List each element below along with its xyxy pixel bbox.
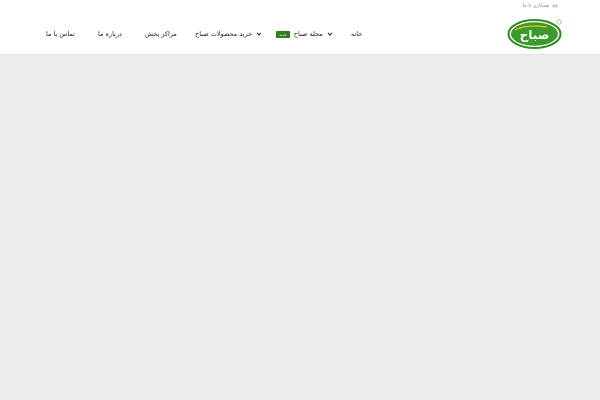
logo-text: صباح [520, 28, 550, 42]
nav-magazine-label: مجله صباح [293, 30, 323, 38]
chevron-down-icon [256, 31, 262, 37]
handshake-icon [552, 3, 558, 9]
nav-buy-products[interactable]: خرید محصولات صباح [195, 27, 262, 41]
nav-contact[interactable]: تماس با ما [46, 27, 75, 41]
nav-home-label: خانه [351, 30, 363, 38]
nav-distribution-centers-label: مراکز پخش [145, 30, 177, 38]
nav-magazine[interactable]: مجله صباح جدید [276, 27, 333, 41]
nav-about-label: درباره ما [98, 30, 122, 38]
nav-contact-label: تماس با ما [46, 30, 75, 38]
nav-about[interactable]: درباره ما [98, 27, 122, 41]
nav-home[interactable]: خانه [351, 27, 362, 41]
sabah-logo[interactable]: صباح [507, 18, 562, 49]
nav-buy-products-label: خرید محصولات صباح [195, 30, 253, 38]
site-header: همکاری با ما صباح خانه مجله صباح جدید خر… [0, 0, 600, 55]
cooperate-link[interactable]: همکاری با ما [523, 3, 558, 9]
chevron-down-icon [327, 31, 333, 37]
main-content [0, 55, 600, 400]
new-badge: جدید [276, 30, 290, 38]
cooperate-label: همکاری با ما [522, 3, 549, 9]
nav-distribution-centers[interactable]: مراکز پخش [145, 27, 177, 41]
